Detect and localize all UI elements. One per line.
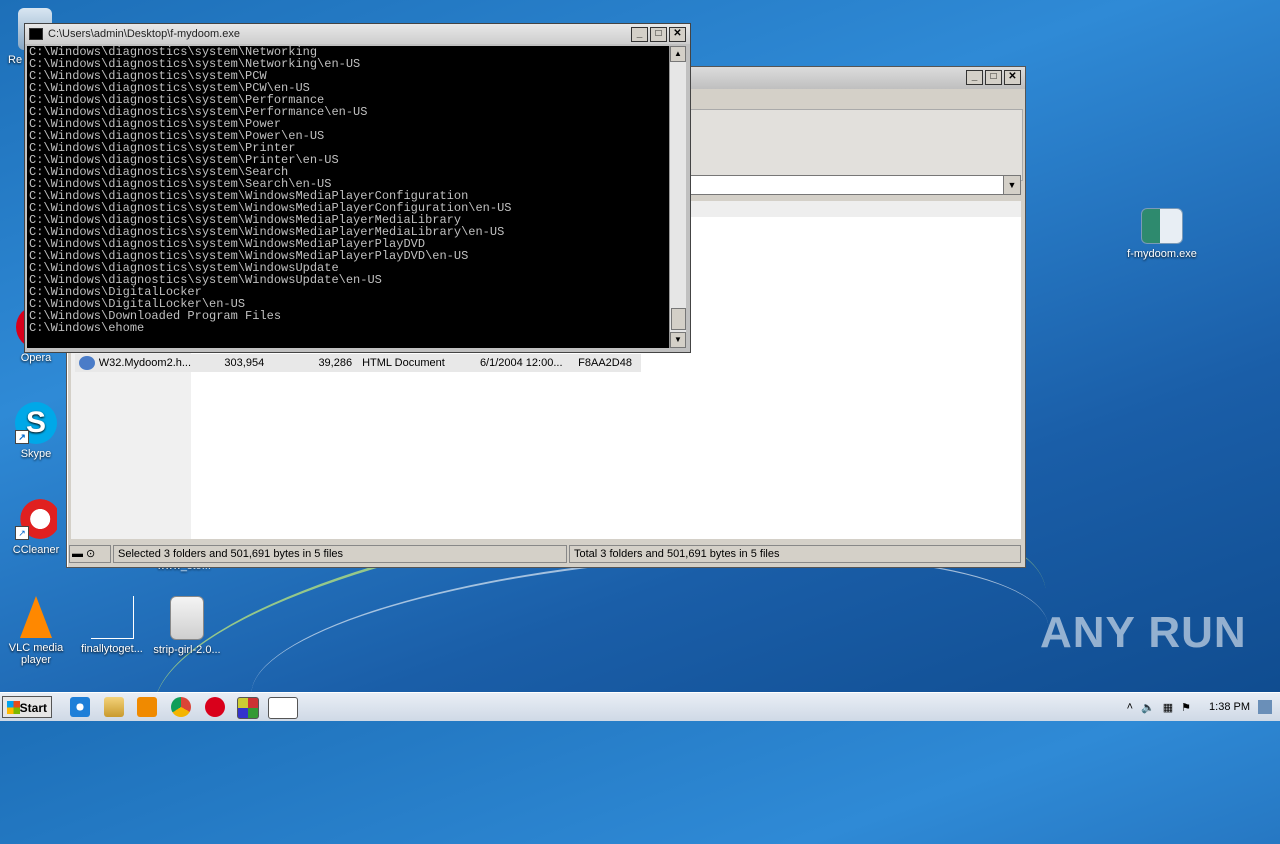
folder-icon[interactable] bbox=[104, 697, 124, 717]
status-bar: ▬ ⊙ Selected 3 folders and 501,691 bytes… bbox=[69, 545, 1021, 563]
close-button[interactable]: ✕ bbox=[669, 27, 686, 42]
file-date: 6/1/2004 12:00... bbox=[479, 357, 563, 369]
opera-icon[interactable] bbox=[205, 697, 225, 717]
table-row[interactable]: W32.Mydoom2.h... 303,954 39,286 HTML Doc… bbox=[75, 354, 641, 372]
watermark-logo: ANY RUN bbox=[1040, 608, 1247, 657]
clock[interactable]: 1:38 PM bbox=[1209, 701, 1250, 713]
drive-icon: ▬ ⊙ bbox=[69, 545, 111, 563]
desktop-icon-label: strip-girl-2.0... bbox=[153, 644, 221, 656]
desktop-icon-label: CCleaner bbox=[12, 544, 60, 556]
console-icon bbox=[29, 28, 43, 40]
file-size: 303,954 bbox=[224, 357, 265, 369]
desktop-icon-label: Opera bbox=[20, 352, 52, 364]
file-packed-size: 39,286 bbox=[318, 357, 353, 369]
file-name: W32.Mydoom2.h... bbox=[98, 357, 192, 369]
minimize-button[interactable]: _ bbox=[966, 70, 983, 85]
minimize-button[interactable]: _ bbox=[631, 27, 648, 42]
file-icon bbox=[90, 596, 134, 639]
vlc-cone-icon bbox=[20, 596, 52, 638]
desktop-icon-f-mydoom[interactable]: f-mydoom.exe bbox=[1124, 208, 1200, 260]
show-desktop-button[interactable] bbox=[1258, 700, 1272, 714]
html-file-icon bbox=[79, 356, 95, 370]
maximize-button[interactable]: □ bbox=[985, 70, 1002, 85]
archiver-icon[interactable] bbox=[237, 697, 259, 719]
console-output[interactable]: C:\Windows\diagnostics\system\Networking… bbox=[27, 46, 669, 348]
file-crc: F8AA2D48 bbox=[578, 357, 632, 369]
executable-icon bbox=[1141, 208, 1183, 244]
console-window[interactable]: C:\Users\admin\Desktop\f-mydoom.exe _ □ … bbox=[24, 23, 691, 353]
speaker-icon[interactable]: 🔈 bbox=[1141, 701, 1155, 714]
file-type: HTML Document bbox=[362, 357, 445, 369]
window-title: C:\Users\admin\Desktop\f-mydoom.exe bbox=[48, 28, 240, 40]
close-button[interactable]: ✕ bbox=[1004, 70, 1021, 85]
shortcut-arrow-icon: ↗ bbox=[15, 430, 29, 444]
desktop-icon-label: VLC media player bbox=[8, 642, 64, 666]
shortcut-arrow-icon: ↗ bbox=[15, 526, 29, 540]
system-tray: ˄ 🔈 ▦ ⚑ 1:38 PM bbox=[1127, 693, 1280, 721]
taskbar: Start ˄ 🔈 ▦ ⚑ 1:38 PM bbox=[0, 692, 1280, 721]
windows-logo-icon bbox=[7, 701, 20, 714]
chrome-icon[interactable] bbox=[171, 697, 191, 717]
desktop-icon-skype[interactable]: S ↗ Skype bbox=[1, 402, 71, 460]
address-combo[interactable]: ▼ bbox=[689, 175, 1021, 195]
ccleaner-icon: ↗ bbox=[15, 498, 57, 540]
status-selected: Selected 3 folders and 501,691 bytes in … bbox=[113, 545, 567, 563]
start-label: Start bbox=[19, 701, 47, 715]
installer-icon bbox=[170, 596, 204, 640]
desktop-icon-label: f-mydoom.exe bbox=[1127, 248, 1197, 260]
media-player-icon[interactable] bbox=[137, 697, 157, 717]
maximize-button[interactable]: □ bbox=[650, 27, 667, 42]
network-icon[interactable]: ▦ bbox=[1163, 701, 1173, 714]
console-line: C:\Windows\ehome bbox=[29, 321, 145, 335]
window-controls: _ □ ✕ bbox=[966, 70, 1021, 85]
internet-explorer-icon[interactable] bbox=[70, 697, 90, 717]
status-total: Total 3 folders and 501,691 bytes in 5 f… bbox=[569, 545, 1021, 563]
start-button[interactable]: Start bbox=[2, 696, 52, 718]
window-controls: _ □ ✕ bbox=[631, 27, 686, 42]
desktop-icon-strip-girl[interactable]: strip-girl-2.0... bbox=[152, 596, 222, 656]
column-header bbox=[687, 201, 1021, 218]
chevron-up-icon[interactable]: ˄ bbox=[1127, 701, 1133, 713]
desktop-icon-label: finallytoget... bbox=[81, 643, 143, 655]
window-titlebar[interactable]: C:\Users\admin\Desktop\f-mydoom.exe _ □ … bbox=[25, 24, 690, 44]
desktop-icon-label: Skype bbox=[20, 448, 52, 460]
scroll-down-icon[interactable]: ▼ bbox=[670, 332, 686, 348]
action-center-flag-icon[interactable]: ⚑ bbox=[1181, 701, 1191, 714]
skype-icon: S ↗ bbox=[15, 402, 57, 444]
toolbar bbox=[687, 109, 1023, 181]
desktop-icon-vlc[interactable]: VLC media player bbox=[1, 596, 71, 666]
desktop-icon-finallytogether[interactable]: finallytoget... bbox=[77, 596, 147, 655]
chevron-down-icon[interactable]: ▼ bbox=[1003, 176, 1020, 194]
scroll-up-icon[interactable]: ▲ bbox=[670, 46, 686, 62]
console-task-icon[interactable] bbox=[268, 697, 298, 719]
vertical-scrollbar[interactable]: ▲ ▼ bbox=[669, 46, 686, 348]
scroll-thumb[interactable] bbox=[671, 308, 686, 330]
desktop-icon-ccleaner[interactable]: ↗ CCleaner bbox=[1, 498, 71, 556]
